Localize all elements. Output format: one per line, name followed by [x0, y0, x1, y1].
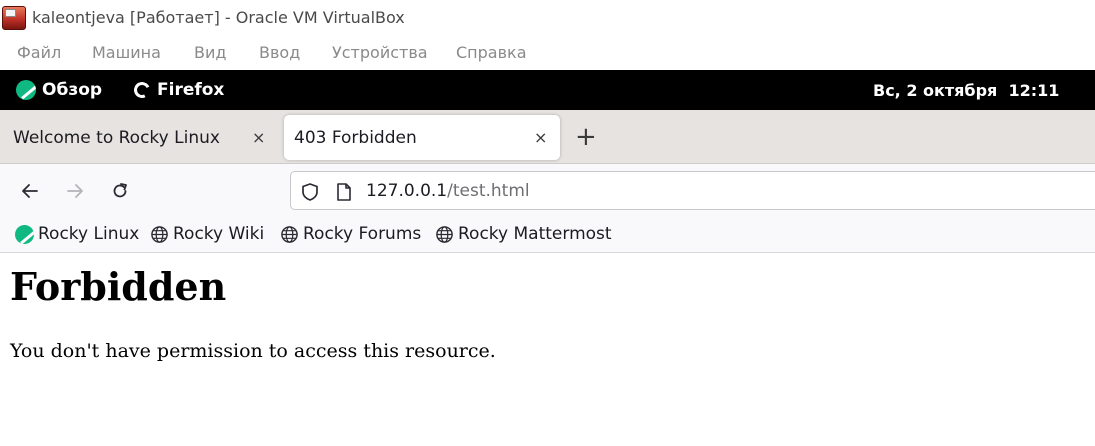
menu-help[interactable]: Справка	[456, 43, 527, 62]
page-icon[interactable]	[336, 182, 352, 202]
reload-button[interactable]	[107, 178, 133, 204]
bookmark-rocky-linux[interactable]: Rocky Linux	[15, 224, 139, 244]
vbox-title-bar: kaleontjeva [Работает] - Oracle VM Virtu…	[0, 0, 1095, 36]
tab-strip: Welcome to Rocky Linux × 403 Forbidden ×…	[0, 110, 1095, 164]
rocky-logo-icon	[15, 224, 34, 244]
reload-icon	[113, 183, 127, 198]
bookmark-rocky-wiki[interactable]: Rocky Wiki	[150, 224, 264, 244]
virtualbox-icon	[2, 6, 26, 30]
bookmark-label: Rocky Forums	[303, 224, 422, 244]
activities-label: Обзор	[42, 80, 103, 100]
url-path: /test.html	[447, 181, 530, 201]
bookmark-rocky-forums[interactable]: Rocky Forums	[280, 224, 421, 244]
page-message: You don't have permission to access this…	[10, 340, 496, 362]
window-title: kaleontjeva [Работает] - Oracle VM Virtu…	[32, 8, 405, 27]
bookmark-label: Rocky Mattermost	[458, 224, 612, 244]
clock[interactable]: Вс, 2 октября 12:11	[873, 81, 1059, 100]
back-button[interactable]	[17, 178, 43, 204]
shield-icon[interactable]	[301, 182, 319, 202]
menu-machine[interactable]: Машина	[92, 43, 161, 62]
arrow-left-icon	[22, 184, 38, 198]
menu-input[interactable]: Ввод	[259, 43, 300, 62]
menu-file[interactable]: Файл	[17, 43, 61, 62]
tab-forbidden[interactable]: 403 Forbidden ×	[284, 115, 560, 160]
page-heading: Forbidden	[10, 264, 227, 309]
page-content: Forbidden You don't have permission to a…	[0, 254, 1095, 446]
globe-icon	[436, 225, 453, 243]
bookmarks-toolbar: Rocky Linux Rocky Wiki Rocky Forums Rock…	[0, 217, 1095, 253]
globe-icon	[281, 225, 298, 243]
firefox-icon	[131, 79, 153, 101]
forward-button[interactable]	[62, 178, 88, 204]
rocky-logo-icon	[16, 80, 36, 100]
bookmark-rocky-mattermost[interactable]: Rocky Mattermost	[435, 224, 612, 244]
new-tab-button[interactable]: +	[575, 121, 597, 153]
menu-view[interactable]: Вид	[194, 43, 226, 62]
url-text[interactable]: 127.0.0.1/test.html	[366, 181, 530, 201]
tab-title: 403 Forbidden	[294, 127, 417, 148]
arrow-right-icon	[67, 184, 83, 198]
close-icon[interactable]: ×	[252, 128, 265, 147]
vbox-menu-bar: Файл Машина Вид Ввод Устройства Справка	[0, 36, 1095, 70]
tab-title: Welcome to Rocky Linux	[13, 127, 220, 148]
nav-bar: 127.0.0.1/test.html	[0, 164, 1095, 217]
close-icon[interactable]: ×	[534, 128, 547, 147]
menu-devices[interactable]: Устройства	[332, 43, 428, 62]
url-host: 127.0.0.1	[366, 181, 448, 201]
activities-button[interactable]: Обзор	[16, 80, 102, 100]
globe-icon	[151, 225, 168, 243]
url-bar[interactable]: 127.0.0.1/test.html	[290, 171, 1095, 210]
bookmark-label: Rocky Wiki	[173, 224, 265, 244]
bookmark-label: Rocky Linux	[38, 224, 140, 244]
app-menu-button[interactable]: Firefox	[131, 79, 225, 101]
tab-welcome[interactable]: Welcome to Rocky Linux ×	[0, 115, 278, 160]
gnome-top-bar: Обзор Firefox Вс, 2 октября 12:11	[0, 70, 1095, 110]
app-menu-label: Firefox	[157, 80, 225, 100]
